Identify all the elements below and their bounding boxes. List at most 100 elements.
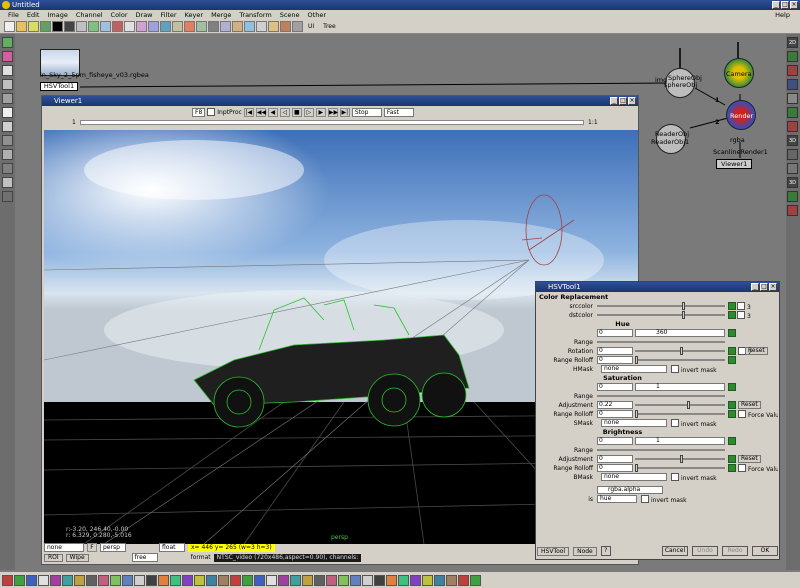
float-select[interactable]: float xyxy=(159,543,185,552)
frame-slider[interactable] xyxy=(79,120,584,125)
mask-channel-select[interactable]: rgba.alpha xyxy=(597,486,663,494)
bottom-tool-31-icon[interactable] xyxy=(362,574,373,586)
rotation-reset-button[interactable]: Reset xyxy=(745,347,768,355)
sat-range-slider[interactable] xyxy=(597,395,725,397)
bottom-tool-34-icon[interactable] xyxy=(398,574,409,586)
sat-rolloff-anim-icon[interactable] xyxy=(728,410,736,418)
bottom-tool-29-icon[interactable] xyxy=(338,574,349,586)
bottom-tool-32-icon[interactable] xyxy=(374,574,385,586)
bottom-tool-25-icon[interactable] xyxy=(290,574,301,586)
sat-adjust-slider[interactable] xyxy=(635,401,725,409)
hue-range-anim-icon[interactable] xyxy=(728,329,736,337)
bottom-tool-8-icon[interactable] xyxy=(86,574,97,586)
viewer-minimize-button[interactable]: _ xyxy=(610,97,618,105)
tab-hsvtool[interactable]: HSVTool xyxy=(537,546,570,556)
rotation-anim-icon[interactable] xyxy=(728,347,736,355)
bottom-tool-40-icon[interactable] xyxy=(470,574,481,586)
bottom-tool-5-icon[interactable] xyxy=(50,574,61,586)
hsv-maximize-button[interactable]: □ xyxy=(760,283,768,291)
bottom-tool-33-icon[interactable] xyxy=(386,574,397,586)
sat-reset-button[interactable]: Reset xyxy=(738,401,761,409)
hue-rolloff-field[interactable]: 0 xyxy=(597,356,633,364)
hmask-invert-checkbox[interactable]: invert mask xyxy=(671,365,717,374)
is-invert-checkbox[interactable]: invert mask xyxy=(641,495,687,504)
hue-range-min[interactable]: 0 xyxy=(597,329,633,337)
bri-rolloff-slider[interactable] xyxy=(635,464,725,472)
bmask-select[interactable]: none xyxy=(601,473,667,481)
undo-button[interactable]: Undo xyxy=(692,546,718,556)
bottom-tool-3-icon[interactable] xyxy=(26,574,37,586)
sat-adjust-anim-icon[interactable] xyxy=(728,401,736,409)
bottom-tool-11-icon[interactable] xyxy=(122,574,133,586)
bottom-tool-30-icon[interactable] xyxy=(350,574,361,586)
srccolor-anim-icon[interactable] xyxy=(728,302,736,310)
rotation-field[interactable]: 0 xyxy=(597,347,633,355)
bri-adjust-field[interactable]: 0 xyxy=(597,455,633,463)
step-back-button[interactable]: ◁ xyxy=(279,107,290,117)
bottom-tool-18-icon[interactable] xyxy=(206,574,217,586)
bottom-tool-19-icon[interactable] xyxy=(218,574,229,586)
cancel-button[interactable]: Cancel xyxy=(662,546,688,556)
channel-select[interactable]: none xyxy=(44,543,84,552)
persp-select[interactable]: persp xyxy=(100,543,126,552)
bri-range-anim-icon[interactable] xyxy=(728,437,736,445)
last-frame-button[interactable]: ▶| xyxy=(339,107,350,117)
bottom-tool-26-icon[interactable] xyxy=(302,574,313,586)
sat-range-max[interactable]: 1 xyxy=(635,383,725,391)
speed-select[interactable]: Fast xyxy=(383,107,414,117)
bri-range-slider[interactable] xyxy=(597,449,725,451)
is-select[interactable]: hue xyxy=(597,495,637,503)
bottom-tool-9-icon[interactable] xyxy=(98,574,109,586)
bmask-invert-checkbox[interactable]: invert mask xyxy=(671,473,717,482)
bottom-tool-6-icon[interactable] xyxy=(62,574,73,586)
viewer-f8-button[interactable]: F8 xyxy=(192,107,206,117)
redo-button[interactable]: Redo xyxy=(722,546,748,556)
prev-key-button[interactable]: ◀◀ xyxy=(255,107,266,117)
free-select[interactable]: free xyxy=(131,553,158,562)
bottom-tool-12-icon[interactable] xyxy=(134,574,145,586)
hue-range-slider[interactable] xyxy=(597,341,725,343)
hsv-close-button[interactable]: × xyxy=(769,283,777,291)
hue-range-max[interactable]: 360 xyxy=(635,329,725,337)
bri-reset-button[interactable]: Reset xyxy=(738,455,761,463)
hmask-select[interactable]: none xyxy=(601,365,667,373)
bottom-tool-16-icon[interactable] xyxy=(182,574,193,586)
bottom-tool-24-icon[interactable] xyxy=(278,574,289,586)
bottom-tool-4-icon[interactable] xyxy=(38,574,49,586)
sat-range-min[interactable]: 0 xyxy=(597,383,633,391)
bottom-tool-28-icon[interactable] xyxy=(326,574,337,586)
bottom-tool-39-icon[interactable] xyxy=(458,574,469,586)
sat-rolloff-field[interactable]: 0 xyxy=(597,410,633,418)
play-button[interactable]: ▶ xyxy=(315,107,326,117)
f-button[interactable]: F xyxy=(87,543,97,552)
bri-rolloff-anim-icon[interactable] xyxy=(728,464,736,472)
bottom-tool-23-icon[interactable] xyxy=(266,574,277,586)
sat-rolloff-slider[interactable] xyxy=(635,410,725,418)
stop-mode-select[interactable]: Stop xyxy=(351,107,382,117)
bottom-tool-14-icon[interactable] xyxy=(158,574,169,586)
bottom-tool-38-icon[interactable] xyxy=(446,574,457,586)
hue-rolloff-anim-icon[interactable] xyxy=(728,356,736,364)
sat-range-anim-icon[interactable] xyxy=(728,383,736,391)
ok-button[interactable]: OK xyxy=(752,546,778,556)
hue-rolloff-slider[interactable] xyxy=(635,356,725,364)
bri-rolloff-field[interactable]: 0 xyxy=(597,464,633,472)
next-key-button[interactable]: ▶▶ xyxy=(327,107,338,117)
help-button[interactable]: ? xyxy=(600,546,611,556)
rotation-slider[interactable] xyxy=(635,347,725,355)
dstcolor-anim-icon[interactable] xyxy=(728,311,736,319)
viewer-node[interactable]: Viewer1 xyxy=(716,159,753,169)
smask-invert-checkbox[interactable]: invert mask xyxy=(671,419,717,428)
tab-node[interactable]: Node xyxy=(573,546,597,556)
bottom-tool-17-icon[interactable] xyxy=(194,574,205,586)
srccolor-slider[interactable] xyxy=(597,302,725,310)
play-back-button[interactable]: ◀ xyxy=(267,107,278,117)
bri-range-max[interactable]: 1 xyxy=(635,437,725,445)
wipe-button[interactable]: Wipe xyxy=(65,553,89,562)
hsv-minimize-button[interactable]: _ xyxy=(751,283,759,291)
bottom-tool-22-icon[interactable] xyxy=(254,574,265,586)
bottom-tool-13-icon[interactable] xyxy=(146,574,157,586)
stop-button[interactable]: ■ xyxy=(291,107,302,117)
bottom-tool-7-icon[interactable] xyxy=(74,574,85,586)
sat-force-value-checkbox[interactable]: Force Value xyxy=(738,410,778,419)
